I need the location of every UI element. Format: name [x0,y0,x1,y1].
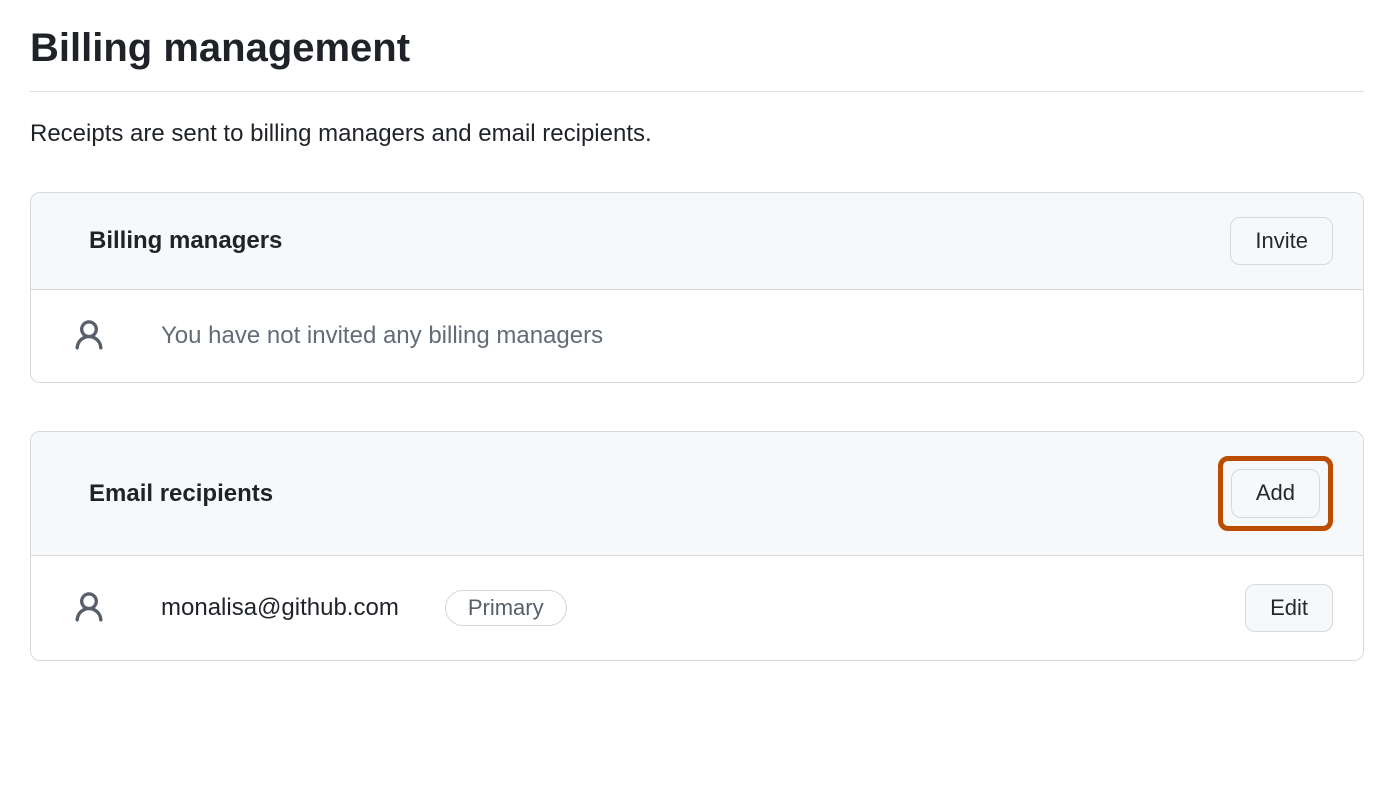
person-icon [71,590,107,626]
add-button[interactable]: Add [1231,469,1320,517]
person-icon [71,318,107,354]
invite-button[interactable]: Invite [1230,217,1333,265]
email-recipients-title: Email recipients [89,480,273,508]
email-recipients-header: Email recipients Add [31,432,1363,555]
billing-managers-title: Billing managers [89,227,282,255]
primary-badge: Primary [445,590,567,626]
page-title: Billing management [30,26,1364,92]
billing-managers-box: Billing managers Invite You have not inv… [30,192,1364,383]
edit-button[interactable]: Edit [1245,584,1333,632]
billing-managers-header: Billing managers Invite [31,193,1363,290]
add-button-highlight: Add [1218,456,1333,530]
page-description: Receipts are sent to billing managers an… [30,120,1364,148]
email-recipients-box: Email recipients Add monalisa@github.com… [30,431,1364,661]
billing-managers-empty-row: You have not invited any billing manager… [31,290,1363,382]
recipient-email: monalisa@github.com [161,594,399,622]
billing-managers-empty-text: You have not invited any billing manager… [161,322,603,350]
email-recipient-row: monalisa@github.com Primary Edit [31,556,1363,660]
